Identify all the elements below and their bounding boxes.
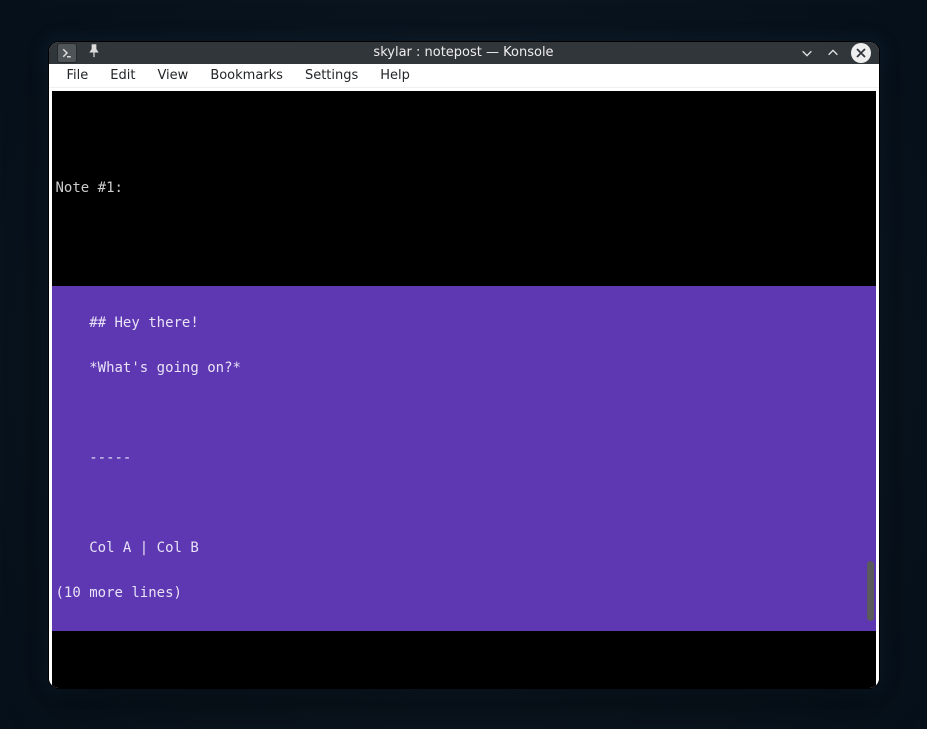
note1-line: *What's going on?*	[52, 361, 876, 376]
menubar: File Edit View Bookmarks Settings Help	[49, 64, 879, 88]
note1-more: (10 more lines)	[52, 586, 876, 601]
blank-line	[52, 676, 876, 688]
menu-bookmarks[interactable]: Bookmarks	[200, 64, 293, 87]
pin-icon[interactable]	[83, 42, 105, 64]
close-icon[interactable]	[851, 43, 871, 63]
note1-line	[52, 406, 876, 421]
minimize-icon[interactable]	[799, 45, 815, 61]
scrollbar-thumb[interactable]	[867, 561, 874, 621]
terminal[interactable]: Note #1: ## Hey there! *What's going on?…	[52, 91, 876, 688]
note1-block: ## Hey there! *What's going on?* ----- C…	[52, 286, 876, 631]
menu-edit[interactable]: Edit	[100, 64, 145, 87]
note1-line	[52, 496, 876, 511]
titlebar[interactable]: skylar : notepost — Konsole	[49, 42, 879, 64]
terminal-container: Note #1: ## Hey there! *What's going on?…	[49, 88, 879, 688]
menu-settings[interactable]: Settings	[295, 64, 368, 87]
desktop: skylar : notepost — Konsole File Edit Vi…	[0, 0, 927, 729]
blank-line	[52, 121, 876, 136]
menu-view[interactable]: View	[147, 64, 198, 87]
konsole-window: skylar : notepost — Konsole File Edit Vi…	[49, 42, 879, 688]
window-title: skylar : notepost — Konsole	[49, 45, 879, 60]
note1-line: -----	[52, 451, 876, 466]
maximize-icon[interactable]	[825, 45, 841, 61]
blank-line	[52, 226, 876, 241]
note1-line: Col A | Col B	[52, 541, 876, 556]
menu-file[interactable]: File	[57, 64, 99, 87]
app-icon	[57, 43, 77, 63]
menu-help[interactable]: Help	[370, 64, 420, 87]
note1-header: Note #1:	[52, 181, 876, 196]
note1-line: ## Hey there!	[52, 316, 876, 331]
